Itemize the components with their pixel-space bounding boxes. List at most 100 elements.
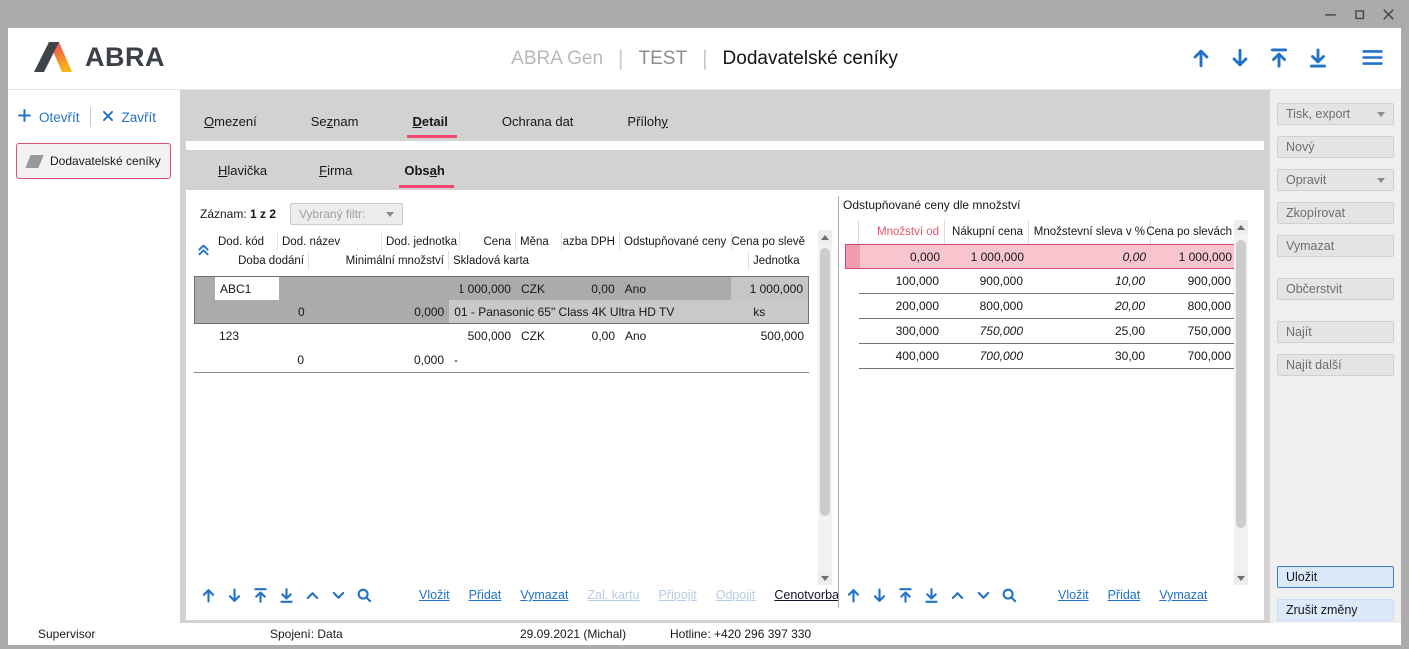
move-first-icon[interactable]: [252, 587, 269, 604]
action-sidebar: Tisk, export Nový Opravit Zkopírovat Vymazat…: [1270, 90, 1401, 623]
column-header[interactable]: Měna: [516, 232, 562, 251]
vlozit-link[interactable]: Vložit: [419, 588, 450, 602]
page-top-edge: [186, 141, 1264, 150]
maximize-icon[interactable]: [1350, 5, 1368, 23]
cell-mnozstvi_od: 100,000: [859, 269, 945, 293]
scrollbar-thumb[interactable]: [1236, 240, 1246, 528]
subtab-obsah[interactable]: Obsah: [402, 150, 446, 190]
close-icon[interactable]: [1379, 5, 1397, 23]
najit-button[interactable]: Najít: [1277, 321, 1394, 343]
scroll-up-icon[interactable]: [1234, 220, 1248, 234]
vlozit-link[interactable]: Vložit: [1058, 588, 1089, 602]
quantity-price-row[interactable]: 0,0001 000,0000,001 000,000: [845, 244, 1237, 269]
row-marker: [846, 245, 860, 268]
column-header[interactable]: Dod. název: [278, 232, 382, 251]
vymazat-button[interactable]: Vymazat: [1277, 235, 1394, 257]
column-header[interactable]: Jednotka: [749, 251, 809, 270]
column-header[interactable]: Dod. kód: [214, 232, 278, 251]
column-header[interactable]: Minimální množství: [309, 251, 449, 270]
ulozit-button[interactable]: Uložit: [1277, 566, 1394, 588]
column-header[interactable]: Odstupňované ceny: [620, 232, 732, 251]
quantity-price-row[interactable]: 300,000750,00025,00750,000: [845, 319, 1237, 344]
statusbar: Supervisor Spojení: Data 29.09.2021 (Mic…: [8, 623, 1401, 645]
quantity-price-row[interactable]: 400,000700,00030,00700,000: [845, 344, 1237, 369]
tab-seznam[interactable]: Seznam: [309, 102, 361, 140]
column-header[interactable]: Cena po slevách: [1151, 220, 1237, 244]
move-last-icon[interactable]: [923, 587, 940, 604]
main-area: Otevřít Zavřít Dodavatelské ceníky Omeze…: [8, 90, 1401, 623]
collapse-icon[interactable]: [304, 587, 321, 604]
search-icon[interactable]: [1001, 587, 1018, 604]
header-gutter: [194, 251, 214, 270]
move-up-icon[interactable]: [200, 587, 217, 604]
column-header[interactable]: Nákupní cena: [945, 220, 1029, 244]
x-icon: [101, 109, 115, 126]
move-first-icon[interactable]: [897, 587, 914, 604]
cell-nakupni_cena: 900,000: [945, 269, 1029, 293]
novy-button[interactable]: Nový: [1277, 136, 1394, 158]
quantity-scrollbar[interactable]: [1234, 220, 1248, 585]
menu-icon[interactable]: [1360, 45, 1385, 70]
move-down-icon[interactable]: [226, 587, 243, 604]
first-record-icon[interactable]: [1268, 47, 1290, 69]
open-button-label: Otevřít: [39, 110, 80, 125]
selected-filter-dropdown[interactable]: Vybraný filtr:: [290, 203, 403, 225]
column-header[interactable]: Cena: [460, 232, 516, 251]
column-header[interactable]: Množství od: [859, 220, 945, 244]
obcerstvit-button[interactable]: Občerstvit: [1277, 278, 1394, 300]
pridat-link[interactable]: Přidat: [1108, 588, 1141, 602]
subtab-hlavicka[interactable]: Hlavička: [216, 150, 269, 190]
scroll-up-icon[interactable]: [818, 230, 832, 244]
zrusit-zmeny-button[interactable]: Zrušit změny: [1277, 599, 1394, 621]
vymazat-link[interactable]: Vymazat: [1159, 588, 1207, 602]
column-header[interactable]: Dod. jednotka: [382, 232, 460, 251]
column-header[interactable]: Sazba DPH: [562, 232, 620, 251]
open-button[interactable]: Otevřít: [17, 108, 80, 126]
pricelist-row[interactable]: ABC11 000,000CZK0,00Ano1 000,00000,00001…: [194, 276, 809, 324]
subtab-firma[interactable]: Firma: [317, 150, 354, 190]
scrollbar-thumb[interactable]: [820, 248, 830, 516]
expand-icon[interactable]: [330, 587, 347, 604]
last-record-icon[interactable]: [1307, 47, 1329, 69]
cell-cena_po_slevach: 900,000: [1151, 269, 1237, 293]
tab-ochrana-dat[interactable]: Ochrana dat: [500, 102, 576, 140]
quantity-price-row[interactable]: 200,000800,00020,00800,000: [845, 294, 1237, 319]
opravit-button[interactable]: Opravit: [1277, 169, 1394, 191]
tab-prilohy[interactable]: Přílohy: [625, 102, 669, 140]
tab-detail[interactable]: Detail: [410, 102, 449, 140]
minimize-icon[interactable]: [1321, 5, 1339, 23]
expand-icon[interactable]: [975, 587, 992, 604]
quantity-price-row[interactable]: 100,000900,00010,00900,000: [845, 269, 1237, 294]
prev-record-icon[interactable]: [1190, 47, 1212, 69]
cell-cena: 500,000: [460, 324, 516, 348]
zkopirovat-button[interactable]: Zkopírovat: [1277, 202, 1394, 224]
cell-sleva: 10,00: [1029, 269, 1151, 293]
collapse-icon[interactable]: [949, 587, 966, 604]
scroll-down-icon[interactable]: [1234, 571, 1248, 585]
cenotvorba-link[interactable]: Cenotvorba: [774, 588, 839, 602]
column-header[interactable]: Doba dodání: [214, 251, 309, 270]
column-header[interactable]: Skladová karta: [449, 251, 749, 270]
app-window: ABRA ABRA Gen | TEST | Dodavatelské cení…: [8, 28, 1401, 645]
vymazat-link[interactable]: Vymazat: [520, 588, 568, 602]
pridat-link[interactable]: Přidat: [469, 588, 502, 602]
cell-sleva: 0,00: [1030, 245, 1152, 268]
pricelist-scrollbar[interactable]: [818, 230, 832, 585]
open-document-tab[interactable]: Dodavatelské ceníky: [16, 143, 171, 179]
move-up-icon[interactable]: [845, 587, 862, 604]
pricelist-grid-header: Dod. kódDod. názevDod. jednotkaCenaMěnaS…: [194, 232, 809, 270]
cell-dod_jednotka: [382, 324, 460, 348]
tisk-export-button[interactable]: Tisk, export: [1277, 103, 1394, 125]
column-header[interactable]: Množstevní sleva v %: [1029, 220, 1151, 244]
move-last-icon[interactable]: [278, 587, 295, 604]
tab-label: Detail: [412, 114, 447, 129]
close-tab-button[interactable]: Zavřít: [101, 109, 157, 126]
next-record-icon[interactable]: [1229, 47, 1251, 69]
najit-dalsi-button[interactable]: Najít další: [1277, 354, 1394, 376]
move-down-icon[interactable]: [871, 587, 888, 604]
search-icon[interactable]: [356, 587, 373, 604]
tab-omezeni[interactable]: Omezení: [202, 102, 259, 140]
pricelist-row[interactable]: 123500,000CZK0,00Ano500,00000,000-: [194, 324, 809, 373]
column-header[interactable]: Cena po slevě: [732, 232, 809, 251]
cell-dod_nazev: [279, 277, 383, 300]
